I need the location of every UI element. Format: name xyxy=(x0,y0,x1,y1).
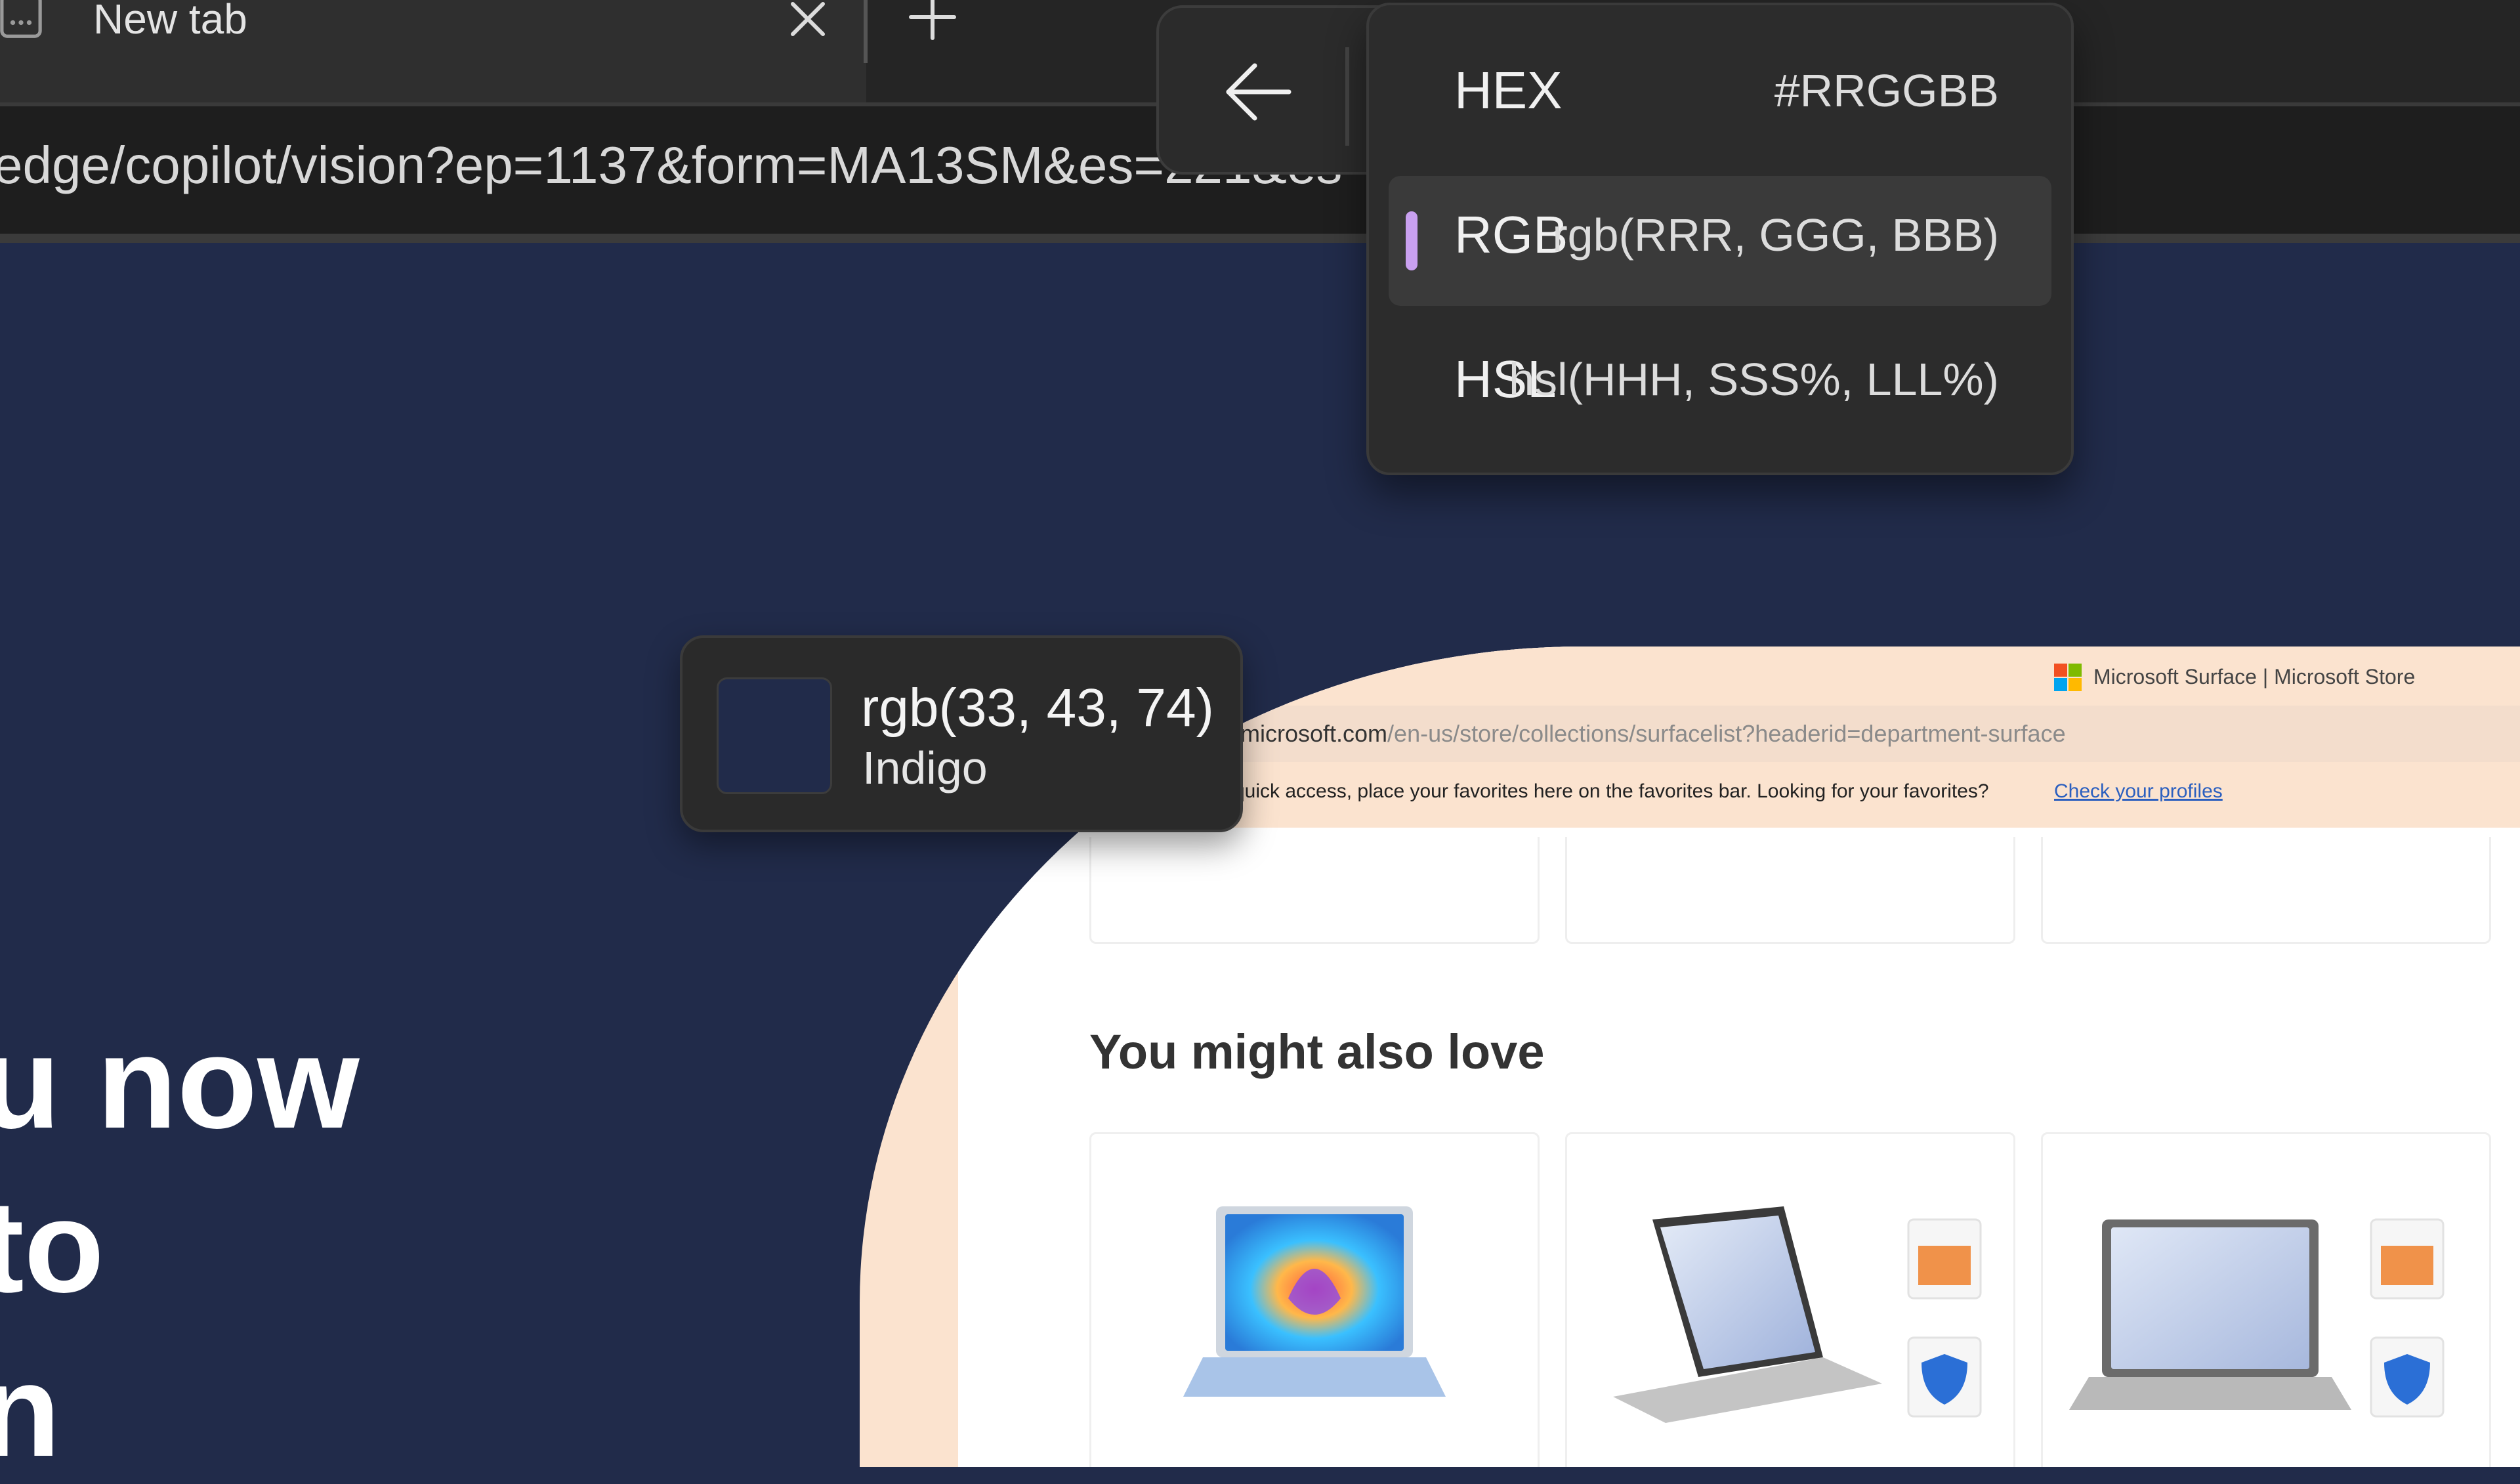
close-icon[interactable] xyxy=(785,0,831,46)
color-value[interactable]: rgb(33, 43, 74) xyxy=(861,677,1214,739)
store-tab-title: Microsoft Surface | Microsoft Store xyxy=(2093,665,2416,689)
product-card xyxy=(2041,837,2491,944)
check-profiles-link: Check your profiles xyxy=(2054,780,2223,802)
hero-heading-line: to xyxy=(0,1174,104,1320)
laptop-go-image xyxy=(2069,1218,2445,1418)
menu-item-rgb[interactable]: RGB rgb(RRR, GGG, BBB) xyxy=(1389,176,2051,306)
store-url-path: /en-us/store/collections/surfacelist?hea… xyxy=(1387,720,2066,747)
product-card xyxy=(1565,837,2015,944)
hero-heading-line: u now xyxy=(0,1009,360,1156)
arrow-left-icon[interactable] xyxy=(1219,53,1298,131)
product-card xyxy=(1565,1132,2015,1467)
store-url-host: .microsoft.com xyxy=(1234,720,1388,747)
color-picker-tooltip: rgb(33, 43, 74) Indigo xyxy=(680,635,1243,832)
microsoft-logo-icon xyxy=(2054,664,2082,691)
menu-item-label: HEX xyxy=(1454,61,1563,119)
menu-item-label: RGB xyxy=(1454,205,1568,264)
laptop-image xyxy=(1183,1206,1446,1397)
favorites-bar-text: quick access, place your favorites here … xyxy=(1234,780,1989,802)
selection-indicator xyxy=(1406,211,1418,270)
tab-page-icon xyxy=(0,0,42,38)
store-url: .microsoft.com/en-us/store/collections/s… xyxy=(1234,720,2066,748)
tab-new-tab[interactable]: New tab xyxy=(0,0,866,102)
toolbar-divider xyxy=(0,234,2520,243)
product-card xyxy=(1089,1132,1540,1467)
section-title: You might also love xyxy=(1089,1025,1545,1079)
menu-item-hex[interactable]: HEX #RRGGBB xyxy=(1389,32,2051,161)
color-format-menu: HEX #RRGGBB RGB rgb(RRR, GGG, BBB) HSL h… xyxy=(1366,3,2074,475)
product-card xyxy=(2041,1132,2491,1467)
pill-divider xyxy=(1345,47,1349,146)
hero-heading-line: n xyxy=(0,1338,61,1484)
menu-item-format: rgb(RRR, GGG, BBB) xyxy=(1552,209,1999,261)
color-name: Indigo xyxy=(862,742,988,794)
plus-icon[interactable] xyxy=(903,0,962,56)
studio-laptop-image xyxy=(1613,1206,1982,1423)
product-card xyxy=(1089,837,1540,944)
tab-title: New tab xyxy=(93,0,247,43)
tab-divider xyxy=(864,0,868,63)
menu-item-format: hsl(HHH, SSS%, LLL%) xyxy=(1509,354,1999,405)
menu-item-hsl[interactable]: HSL hsl(HHH, SSS%, LLL%) xyxy=(1389,320,2051,450)
menu-item-format: #RRGGBB xyxy=(1774,65,1999,116)
color-swatch xyxy=(717,677,832,794)
